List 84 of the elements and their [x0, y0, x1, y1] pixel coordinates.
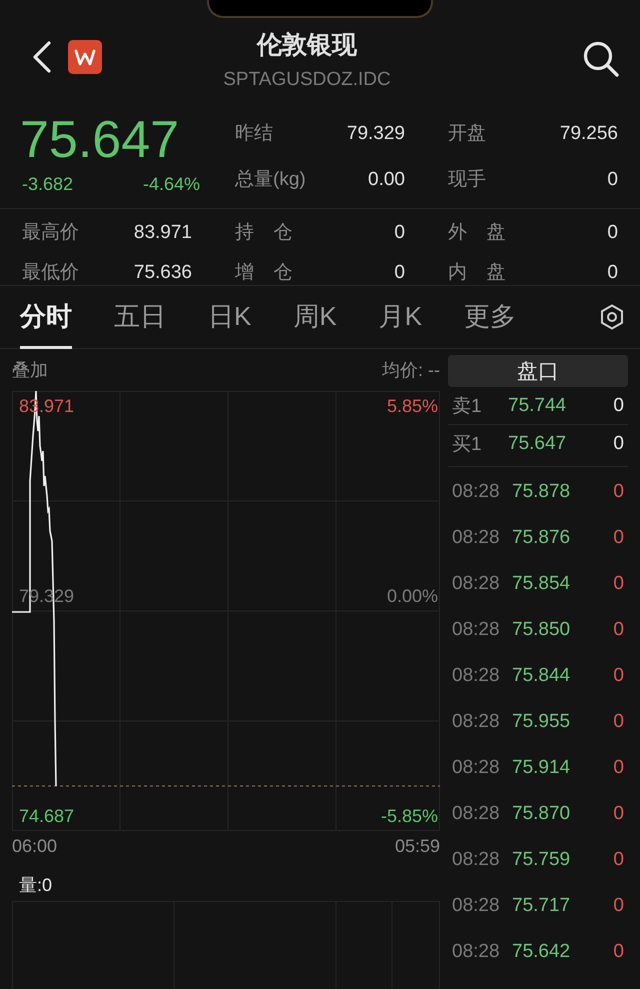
stat-label: 内 盘	[448, 261, 506, 285]
trade-price: 75.876	[512, 527, 572, 549]
axis-label: -5.85%	[380, 806, 438, 827]
trade-time: 08:28	[451, 481, 501, 503]
trade-time: 08:28	[451, 849, 501, 871]
stat-value: 79.329	[346, 123, 405, 145]
trade-time: 08:28	[451, 757, 501, 779]
chart-tab[interactable]: 分时	[20, 285, 72, 349]
trade-volume: 0	[613, 895, 625, 917]
stat-label: 外 盘	[448, 221, 506, 245]
time-label: 05:59	[394, 836, 440, 856]
trade-volume: 0	[613, 665, 625, 687]
w-logo-icon	[68, 40, 102, 74]
trade-time: 08:28	[451, 941, 501, 963]
trade-volume: 0	[613, 711, 625, 733]
stat-value: 0	[394, 222, 405, 244]
trade-volume: 0	[613, 481, 625, 503]
trade-time: 08:28	[451, 665, 501, 687]
trade-price: 75.955	[512, 711, 572, 733]
trade-price: 75.850	[512, 619, 572, 641]
trade-price: 75.717	[512, 895, 572, 917]
quote-price: 75.647	[508, 432, 568, 454]
trade-volume: 0	[613, 941, 625, 963]
quote-label: 买1	[451, 432, 483, 456]
stat-value: 83.971	[134, 222, 192, 244]
average-price: 均价: --	[382, 359, 440, 382]
trade-price: 75.844	[512, 665, 572, 687]
chart-tab[interactable]: 周K	[293, 285, 337, 349]
chart-tab[interactable]: 五日	[114, 285, 166, 349]
quote-price: 75.744	[508, 394, 568, 416]
last-price: 75.647	[20, 112, 180, 168]
trade-time: 08:28	[451, 895, 501, 917]
back-icon[interactable]	[32, 41, 52, 73]
settings-icon[interactable]	[600, 304, 624, 330]
stat-value: 0	[607, 222, 618, 244]
trade-price: 75.759	[512, 849, 572, 871]
trade-time: 08:28	[451, 527, 501, 549]
price-change: -3.682	[22, 174, 74, 195]
trade-price: 75.870	[512, 803, 572, 825]
stat-label: 持 仓	[235, 221, 292, 245]
instrument-code: SPTAGUSDOZ.IDC	[223, 68, 391, 90]
axis-label: 5.85%	[386, 396, 438, 417]
search-icon[interactable]	[582, 40, 620, 78]
trade-volume: 0	[613, 757, 625, 779]
trade-time: 08:28	[451, 573, 501, 595]
stat-label: 总量(kg)	[235, 168, 306, 192]
stat-value: 0.00	[368, 169, 405, 191]
trade-price: 75.914	[512, 757, 572, 779]
stat-value: 0	[607, 262, 618, 284]
chart-tab[interactable]: 更多	[464, 285, 516, 349]
stat-label: 昨结	[235, 122, 273, 146]
overlay-button[interactable]: 叠加	[12, 358, 48, 382]
trade-price: 75.642	[512, 941, 572, 963]
trade-volume: 0	[613, 573, 625, 595]
stat-label: 增 仓	[235, 261, 292, 285]
stat-value: 79.256	[560, 123, 618, 145]
stat-label: 开盘	[448, 122, 486, 146]
stat-label: 最高价	[22, 221, 79, 245]
chart-tab[interactable]: 月K	[378, 285, 422, 349]
trade-volume: 0	[613, 849, 625, 871]
trade-volume: 0	[613, 803, 625, 825]
trade-time: 08:28	[451, 803, 501, 825]
stat-label: 最低价	[22, 261, 79, 285]
percent-change: -4.64%	[142, 174, 200, 195]
trade-time: 08:28	[451, 619, 501, 641]
trade-price: 75.854	[512, 573, 572, 595]
instrument-title: 伦敦银现	[257, 30, 357, 60]
stat-label: 现手	[448, 168, 486, 192]
quote-label: 卖1	[451, 394, 483, 418]
time-label: 06:00	[12, 836, 58, 856]
order-book-button[interactable]: 盘口	[448, 355, 628, 387]
axis-label: 0.00%	[386, 586, 438, 607]
trade-volume: 0	[613, 619, 625, 641]
trade-time: 08:28	[451, 711, 501, 733]
stat-value: 0	[607, 169, 618, 191]
trade-volume: 0	[613, 527, 625, 549]
quote-volume: 0	[613, 394, 625, 416]
trade-price: 75.878	[512, 481, 572, 503]
chart-tab[interactable]: 日K	[208, 285, 252, 349]
stat-value: 0	[394, 262, 405, 284]
volume-label: 量:0	[19, 874, 52, 897]
axis-label: 74.687	[19, 806, 74, 827]
quote-volume: 0	[613, 432, 625, 454]
stat-value: 75.636	[134, 262, 192, 284]
